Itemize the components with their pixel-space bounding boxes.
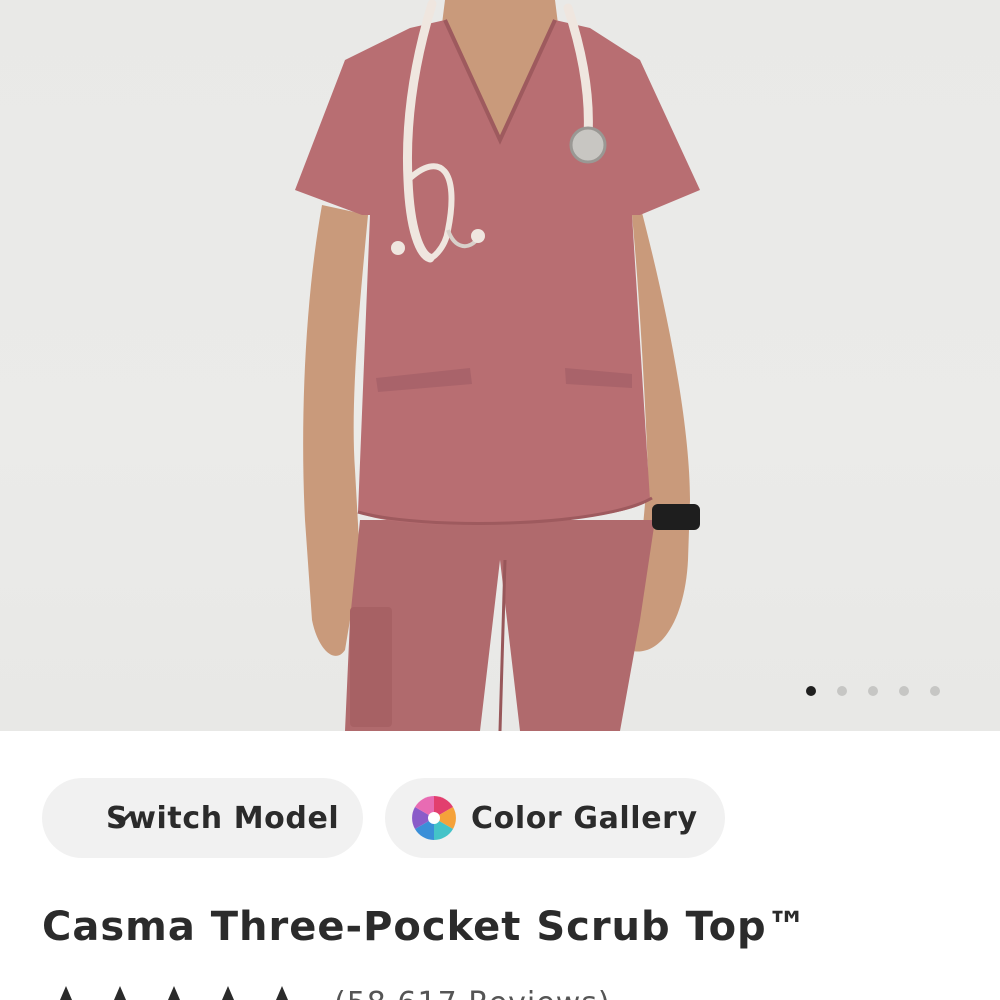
rating-row[interactable]: (58,617 Reviews) (42, 984, 611, 1000)
carousel-dot-active[interactable] (806, 686, 816, 696)
carousel-dots (806, 686, 940, 696)
switch-model-button[interactable]: Switch Model (42, 778, 363, 858)
carousel-dot[interactable] (837, 686, 847, 696)
star-icon (60, 986, 72, 1000)
model-photo (295, 0, 700, 731)
color-gallery-label: Color Gallery (471, 800, 698, 836)
product-title: Casma Three-Pocket Scrub Top™ (42, 904, 808, 950)
star-icon (114, 986, 126, 1000)
review-count[interactable]: (58,617 Reviews) (334, 984, 611, 1000)
carousel-dot[interactable] (930, 686, 940, 696)
chevron-down-icon (109, 811, 133, 825)
star-icon (276, 986, 288, 1000)
star-icon (222, 986, 234, 1000)
switch-model-label: Switch Model (106, 800, 340, 836)
color-wheel-icon (412, 796, 456, 840)
carousel-dot[interactable] (899, 686, 909, 696)
carousel-dot[interactable] (868, 686, 878, 696)
star-icon (168, 986, 180, 1000)
product-image[interactable] (0, 0, 1000, 731)
